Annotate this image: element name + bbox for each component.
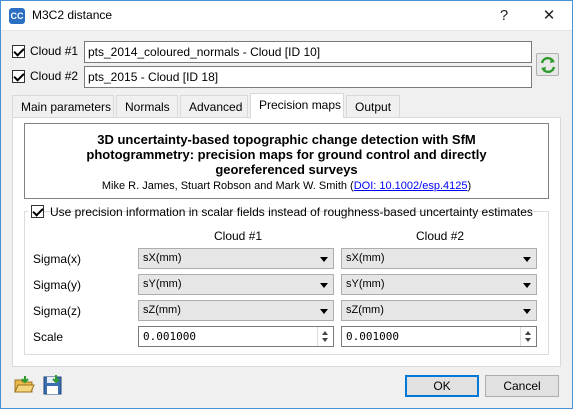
scale-cloud1-spinbox[interactable]: 0.001000 bbox=[138, 326, 334, 347]
column-header-cloud1: Cloud #1 bbox=[214, 229, 263, 243]
spin-down-icon[interactable] bbox=[322, 338, 328, 342]
save-params-button[interactable] bbox=[42, 374, 64, 396]
chevron-down-icon bbox=[320, 257, 328, 262]
sigma-x-cloud1-select[interactable]: sX(mm) bbox=[138, 248, 334, 269]
app-logo-icon: CC bbox=[9, 8, 25, 24]
spin-up-icon[interactable] bbox=[322, 331, 328, 335]
cancel-button[interactable]: Cancel bbox=[485, 375, 559, 397]
sigma-z-label: Sigma(z) bbox=[33, 304, 82, 318]
spin-arrows[interactable] bbox=[520, 327, 536, 346]
cloud2-checkbox[interactable] bbox=[12, 70, 25, 83]
swap-clouds-button[interactable] bbox=[536, 53, 559, 76]
spin-up-icon[interactable] bbox=[525, 331, 531, 335]
sigma-z-cloud2-value: sZ(mm) bbox=[346, 304, 384, 316]
cloud2-field[interactable]: pts_2015 - Cloud [ID 18] bbox=[84, 66, 532, 88]
open-folder-icon bbox=[14, 376, 35, 393]
sigma-x-cloud2-value: sX(mm) bbox=[346, 252, 385, 264]
sigma-z-cloud1-value: sZ(mm) bbox=[143, 304, 181, 316]
sigma-y-cloud1-select[interactable]: sY(mm) bbox=[138, 274, 334, 295]
tab-advanced[interactable]: Advanced bbox=[180, 95, 248, 117]
reference-authors: Mike R. James, Stuart Robson and Mark W.… bbox=[25, 180, 548, 192]
cloud1-field[interactable]: pts_2014_coloured_normals - Cloud [ID 10… bbox=[84, 41, 532, 63]
tab-normals[interactable]: Normals bbox=[116, 95, 178, 117]
sigma-x-cloud2-select[interactable]: sX(mm) bbox=[341, 248, 537, 269]
spin-down-icon[interactable] bbox=[525, 338, 531, 342]
help-button[interactable]: ? bbox=[483, 0, 525, 31]
title-bar: CC M3C2 distance ? ✕ bbox=[0, 0, 573, 31]
sigma-y-cloud2-value: sY(mm) bbox=[346, 278, 385, 290]
reference-title: 3D uncertainty-based topographic change … bbox=[86, 132, 487, 177]
scale-cloud1-value: 0.001000 bbox=[143, 330, 196, 343]
swap-arrows-icon bbox=[540, 56, 556, 74]
chevron-down-icon bbox=[320, 309, 328, 314]
precision-checkbox-row[interactable]: Use precision information in scalar fiel… bbox=[28, 204, 533, 220]
sigma-z-cloud2-select[interactable]: sZ(mm) bbox=[341, 300, 537, 321]
scale-cloud2-value: 0.001000 bbox=[346, 330, 399, 343]
chevron-down-icon bbox=[523, 257, 531, 262]
use-precision-checkbox[interactable] bbox=[31, 205, 44, 218]
reference-box: 3D uncertainty-based topographic change … bbox=[24, 123, 549, 199]
sigma-y-cloud1-value: sY(mm) bbox=[143, 278, 182, 290]
tab-main-parameters[interactable]: Main parameters bbox=[12, 95, 114, 117]
spin-arrows[interactable] bbox=[317, 327, 333, 346]
chevron-down-icon bbox=[523, 309, 531, 314]
tab-output[interactable]: Output bbox=[346, 95, 400, 117]
doi-link[interactable]: DOI: 10.1002/esp.4125 bbox=[354, 180, 468, 192]
cloud2-label: Cloud #2 bbox=[30, 69, 79, 83]
chevron-down-icon bbox=[320, 283, 328, 288]
sigma-z-cloud1-select[interactable]: sZ(mm) bbox=[138, 300, 334, 321]
sigma-y-cloud2-select[interactable]: sY(mm) bbox=[341, 274, 537, 295]
close-button[interactable]: ✕ bbox=[528, 0, 570, 31]
save-disk-icon bbox=[43, 375, 62, 395]
chevron-down-icon bbox=[523, 283, 531, 288]
window-title: M3C2 distance bbox=[32, 8, 113, 22]
use-precision-label: Use precision information in scalar fiel… bbox=[50, 205, 533, 219]
cloud1-checkbox[interactable] bbox=[12, 45, 25, 58]
sigma-y-label: Sigma(y) bbox=[33, 278, 82, 292]
reference-close-paren: ) bbox=[467, 180, 472, 192]
scale-label: Scale bbox=[33, 330, 64, 344]
cloud1-label: Cloud #1 bbox=[30, 44, 79, 58]
scale-cloud2-spinbox[interactable]: 0.001000 bbox=[341, 326, 537, 347]
column-header-cloud2: Cloud #2 bbox=[416, 229, 465, 243]
load-params-button[interactable] bbox=[13, 374, 35, 396]
sigma-x-label: Sigma(x) bbox=[33, 252, 82, 266]
sigma-x-cloud1-value: sX(mm) bbox=[143, 252, 182, 264]
tab-precision-maps[interactable]: Precision maps bbox=[250, 93, 344, 118]
reference-authors-text: Mike R. James, Stuart Robson and Mark W.… bbox=[101, 180, 354, 192]
ok-button[interactable]: OK bbox=[405, 375, 479, 397]
